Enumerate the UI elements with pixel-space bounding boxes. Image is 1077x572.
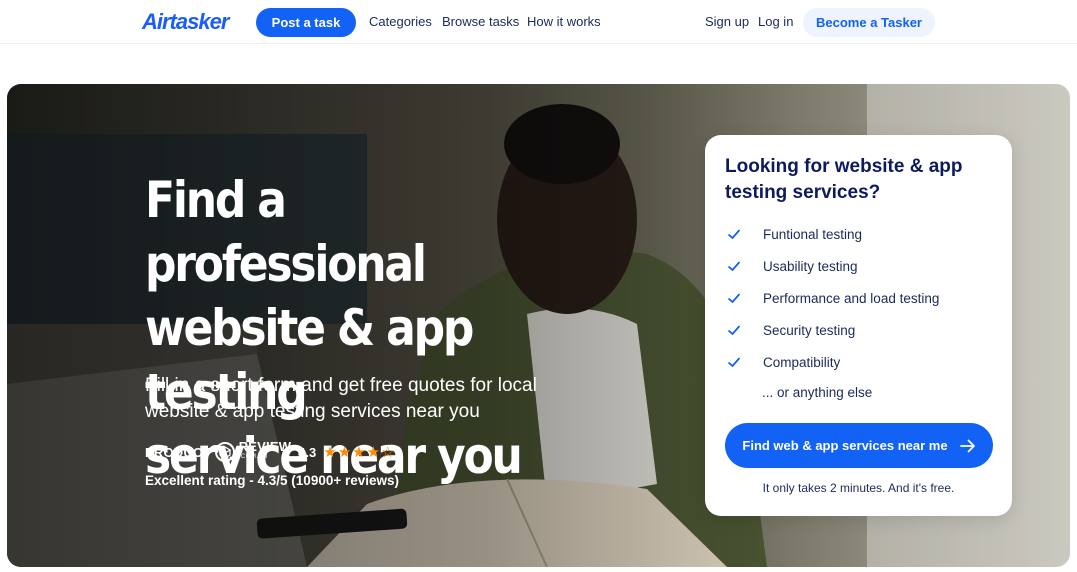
list-item: Funtional testing xyxy=(727,224,862,244)
headline-line-1: Find a professional xyxy=(145,171,427,293)
list-item-label: Funtional testing xyxy=(763,226,863,242)
find-services-label: Find web & app services near me xyxy=(742,438,948,453)
post-task-button[interactable]: Post a task xyxy=(256,8,356,37)
hero-headline: Find a professional website & app testin… xyxy=(145,168,559,488)
list-item-label: Usability testing xyxy=(763,258,858,274)
airtasker-logo[interactable]: Airtasker xyxy=(142,9,229,35)
list-item: Compatibility xyxy=(727,352,840,372)
list-item: Security testing xyxy=(727,320,855,340)
card-title: Looking for website & app testing servic… xyxy=(725,156,963,203)
find-services-button[interactable]: Find web & app services near me xyxy=(725,423,993,468)
log-in-link[interactable]: Log in xyxy=(758,14,793,29)
nav-categories[interactable]: Categories xyxy=(369,14,432,29)
product-review-brand-right: REVIEW xyxy=(238,439,292,454)
nav-browse-tasks[interactable]: Browse tasks xyxy=(442,14,519,29)
service-card: Looking for website & app testing servic… xyxy=(705,135,1012,516)
arrow-right-icon xyxy=(959,439,975,452)
card-note: It only takes 2 minutes. And it's free. xyxy=(762,481,955,495)
review-score: 4.3 xyxy=(298,444,317,460)
list-item-label: Security testing xyxy=(763,322,856,338)
product-review-brand: REVIEW .COM.AU xyxy=(238,439,292,462)
check-icon xyxy=(727,293,741,304)
product-review-badge-icon xyxy=(214,442,235,462)
list-item: Performance and load testing xyxy=(727,288,939,308)
become-tasker-button[interactable]: Become a Tasker xyxy=(803,8,935,37)
check-icon xyxy=(727,357,741,368)
nav-how-it-works[interactable]: How it works xyxy=(527,14,601,29)
rating-summary: Excellent rating - 4.3/5 (10900+ reviews… xyxy=(145,473,400,488)
review-stars: ★★★★☆ xyxy=(323,444,396,461)
hero-subline: Fill in a short form and get free quotes… xyxy=(145,375,537,422)
top-navigation: Airtasker Post a task Categories Browse … xyxy=(0,0,1077,44)
list-item-label: Compatibility xyxy=(763,354,841,370)
check-icon xyxy=(727,325,741,336)
list-item-label: Performance and load testing xyxy=(763,290,940,306)
product-review-brand-left: PRODUCT xyxy=(145,444,211,460)
check-icon xyxy=(727,229,741,240)
check-icon xyxy=(727,261,741,272)
product-review-brand-sub: .COM.AU xyxy=(238,454,268,460)
product-review-widget[interactable]: PRODUCT REVIEW .COM.AU 4.3 ★★★★☆ xyxy=(145,439,396,463)
sign-up-link[interactable]: Sign up xyxy=(705,14,749,29)
anything-else-label: ... or anything else xyxy=(762,385,873,400)
list-item: Usability testing xyxy=(727,256,858,276)
